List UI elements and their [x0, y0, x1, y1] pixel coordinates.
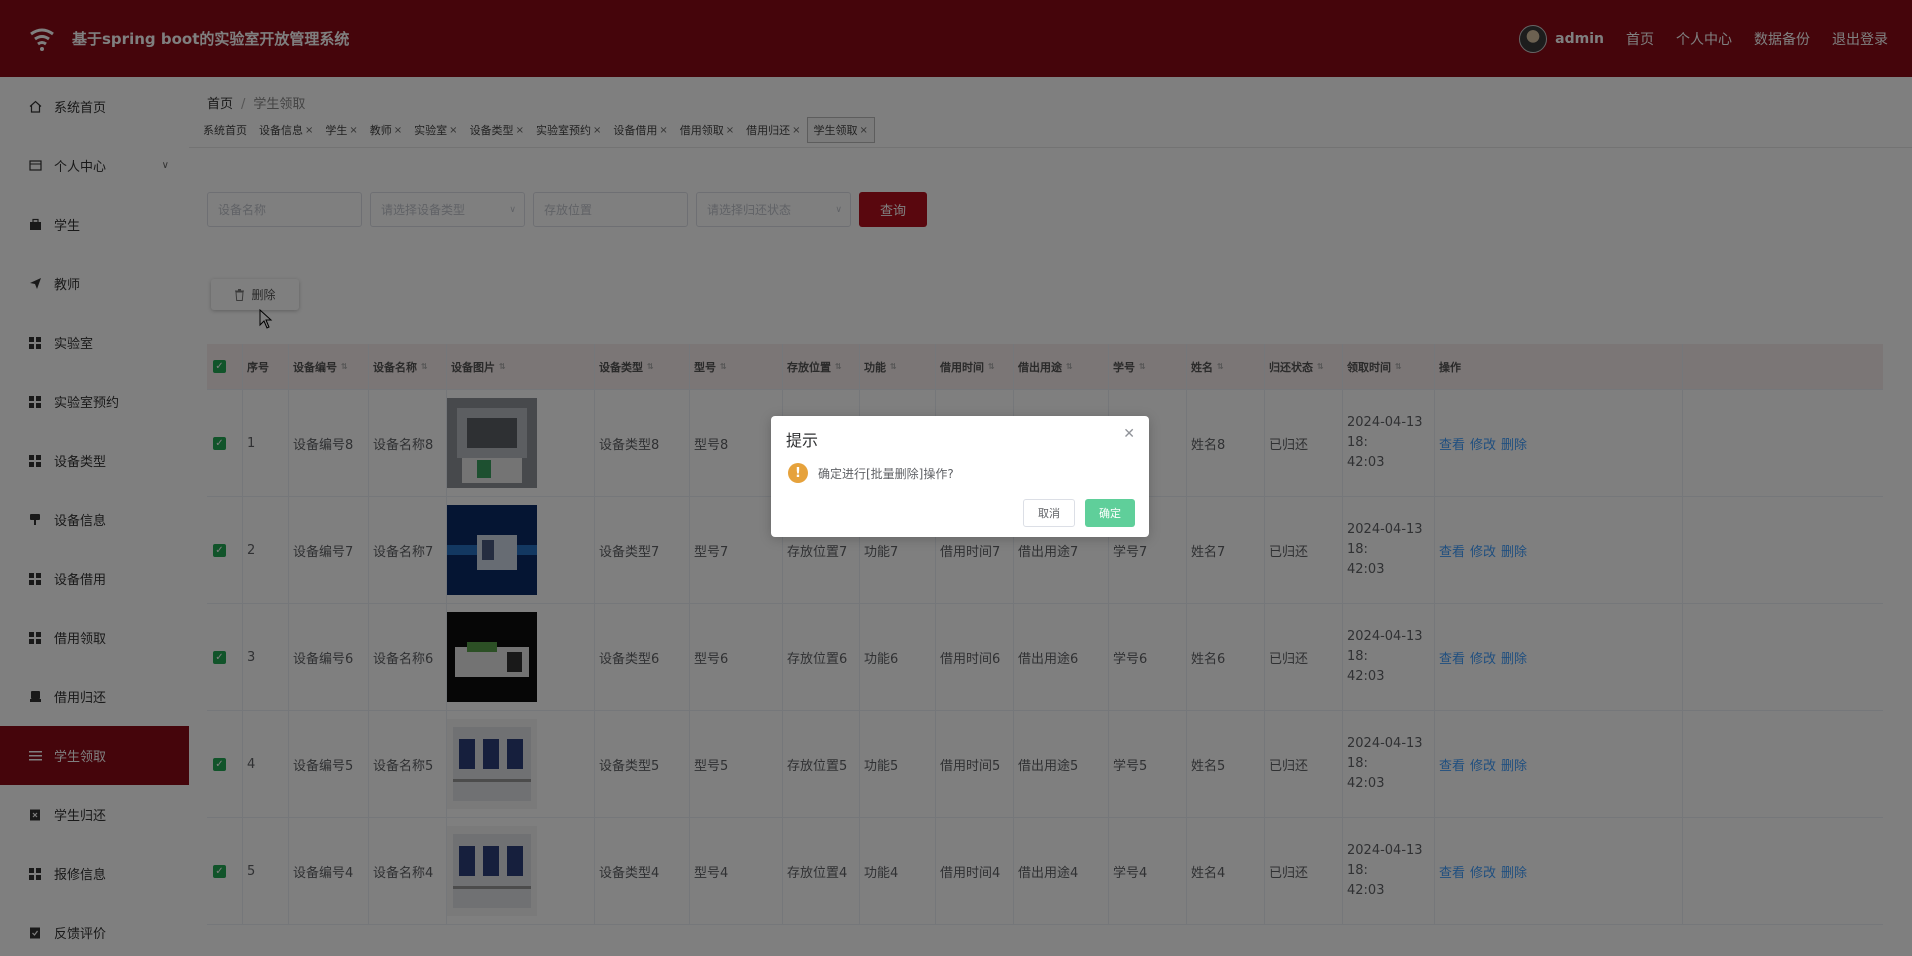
- warning-icon: !: [788, 463, 808, 483]
- dialog-message: ! 确定进行[批量删除]操作?: [788, 463, 954, 483]
- confirm-button[interactable]: 确定: [1085, 499, 1135, 527]
- close-icon[interactable]: ✕: [1123, 426, 1135, 442]
- confirm-dialog: 提示 ✕ ! 确定进行[批量删除]操作? 取消 确定: [771, 416, 1149, 537]
- dialog-title: 提示: [786, 431, 819, 450]
- cancel-button[interactable]: 取消: [1023, 499, 1075, 527]
